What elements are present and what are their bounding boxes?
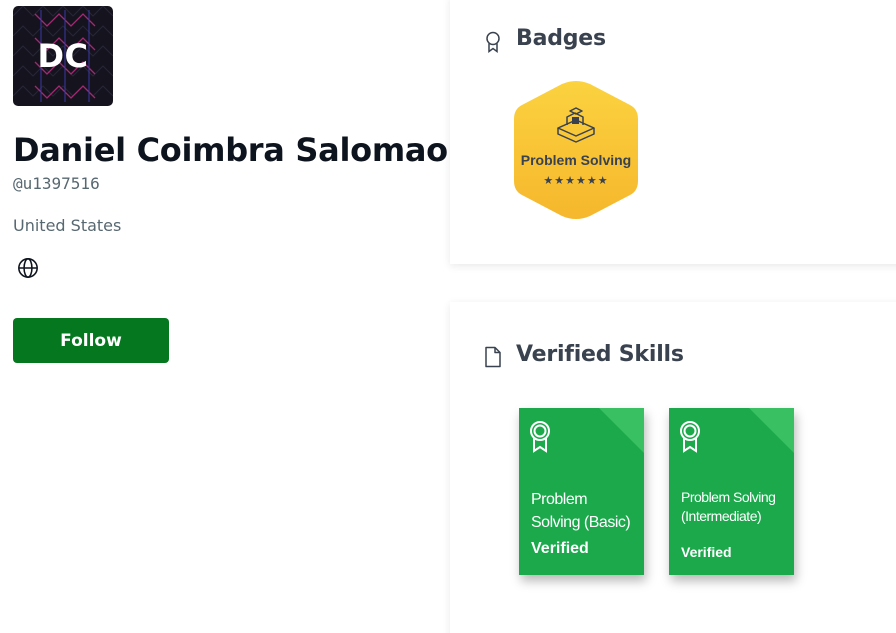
avatar: DC xyxy=(13,6,113,106)
skill-card-problem-solving-basic[interactable]: Problem Solving (Basic) Verified xyxy=(519,408,644,575)
award-ribbon-icon xyxy=(530,421,550,453)
skill-name: Problem Solving (Intermediate) xyxy=(681,489,776,524)
problem-solving-badge[interactable] xyxy=(512,81,640,219)
skill-card-problem-solving-intermediate[interactable]: Problem Solving (Intermediate) Verified xyxy=(669,408,794,575)
profile-username: @u1397516 xyxy=(13,174,100,193)
profile-full-name: Daniel Coimbra Salomao xyxy=(13,131,448,169)
skill-status: Verified xyxy=(681,544,732,560)
ribbon-icon xyxy=(486,31,500,53)
badges-card: Badges Problem Solving ★★★★★★ xyxy=(450,0,896,264)
award-ribbon-icon xyxy=(680,421,700,453)
follow-button[interactable]: Follow xyxy=(13,318,169,363)
profile-location: United States xyxy=(13,216,122,235)
skill-card-fold xyxy=(749,408,794,453)
badge-name: Problem Solving xyxy=(520,152,632,168)
profile-page: DC Daniel Coimbra Salomao @u1397516 Unit… xyxy=(0,0,896,633)
avatar-initials: DC xyxy=(37,37,89,75)
problem-solving-glyph-cube xyxy=(572,117,579,124)
skill-status: Verified xyxy=(531,540,589,557)
badges-title: Badges xyxy=(516,26,606,51)
globe-icon[interactable] xyxy=(17,257,39,279)
badge-stars: ★★★★★★ xyxy=(543,174,609,187)
verified-skills-title: Verified Skills xyxy=(516,342,684,367)
skill-card-fold xyxy=(599,408,644,453)
document-icon xyxy=(485,346,501,368)
skill-name: Problem Solving (Basic) xyxy=(531,491,631,531)
